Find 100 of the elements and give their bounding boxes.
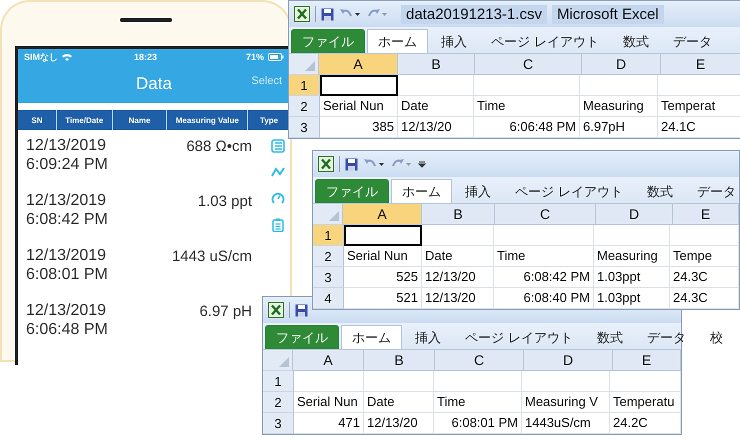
table-cell: 385 bbox=[320, 117, 398, 138]
clipboard-icon[interactable] bbox=[272, 218, 284, 232]
carrier-label: SIMなし bbox=[24, 50, 58, 64]
ribbon-tab[interactable]: ホーム bbox=[341, 325, 402, 349]
ribbon-tab[interactable]: ページ レイアウト bbox=[480, 29, 610, 53]
ribbon-tab[interactable]: ページ レイアウト bbox=[454, 325, 584, 349]
row-header[interactable]: 1 bbox=[313, 225, 344, 246]
row-header[interactable]: 4 bbox=[313, 288, 344, 309]
record-date: 12/13/2019 bbox=[26, 301, 108, 320]
measuring-value: 1.03 ppt bbox=[198, 192, 253, 212]
ribbon-tab[interactable]: 挿入 bbox=[454, 179, 502, 203]
ribbon-tab[interactable]: 校 bbox=[699, 325, 734, 349]
row-header[interactable]: 2 bbox=[313, 246, 344, 267]
column-header[interactable]: B bbox=[422, 204, 495, 225]
active-cell[interactable] bbox=[344, 225, 422, 246]
column-header[interactable]: D bbox=[524, 350, 613, 371]
ribbon-tab[interactable]: 数式 bbox=[586, 325, 634, 349]
column-header[interactable]: A bbox=[293, 350, 364, 371]
column-header[interactable]: B bbox=[398, 54, 475, 75]
battery-percent: 71% bbox=[246, 52, 264, 62]
ribbon-tab[interactable]: ファイル bbox=[291, 29, 365, 53]
table-cell: 12/13/20 bbox=[422, 288, 494, 309]
table-cell bbox=[670, 225, 739, 246]
row-header[interactable]: 2 bbox=[263, 392, 294, 413]
ribbon-tab[interactable]: データ bbox=[686, 179, 740, 203]
excel-logo-icon bbox=[294, 6, 310, 22]
record-time: 6:08:01 PM bbox=[26, 265, 108, 284]
table-cell: Serial Nun bbox=[320, 96, 398, 117]
table-cell: Time bbox=[494, 246, 594, 267]
table-cell: Serial Nun bbox=[344, 246, 422, 267]
table-cell: 471 bbox=[294, 413, 364, 434]
column-header[interactable]: E bbox=[661, 54, 740, 75]
ribbon-tab[interactable]: 挿入 bbox=[404, 325, 452, 349]
ribbon-tab[interactable]: ホーム bbox=[391, 179, 452, 203]
table-cell: 6:08:01 PM bbox=[434, 413, 522, 434]
table-cell: Serial Nun bbox=[294, 392, 364, 413]
table-cell: Date bbox=[422, 246, 494, 267]
select-all-corner[interactable] bbox=[263, 350, 293, 371]
table-cell bbox=[294, 371, 364, 392]
table-cell: 12/13/20 bbox=[364, 413, 434, 434]
ribbon-tab[interactable]: 数式 bbox=[612, 29, 660, 53]
ribbon-tab[interactable]: ページ レイアウト bbox=[504, 179, 634, 203]
record-time: 6:09:24 PM bbox=[26, 155, 108, 174]
column-header[interactable]: A bbox=[319, 54, 398, 75]
column-header[interactable]: A bbox=[343, 204, 422, 225]
save-icon[interactable] bbox=[321, 8, 334, 20]
table-cell: 1.03ppt bbox=[594, 267, 670, 288]
column-header[interactable]: C bbox=[435, 350, 524, 371]
corner-triangle-icon bbox=[329, 211, 339, 221]
ribbon-tab[interactable]: 挿入 bbox=[430, 29, 478, 53]
wifi-icon bbox=[62, 53, 72, 61]
column-header: Type bbox=[259, 114, 280, 127]
list-icon[interactable] bbox=[271, 139, 285, 153]
column-header: Measuring Value bbox=[167, 110, 248, 130]
application-name: Microsoft Excel bbox=[552, 4, 664, 24]
record-date: 12/13/2019 bbox=[26, 191, 108, 210]
record-date: 12/13/2019 bbox=[26, 136, 108, 155]
column-header[interactable]: D bbox=[582, 54, 661, 75]
ribbon-tab[interactable]: ファイル bbox=[315, 179, 389, 203]
row-header[interactable]: 2 bbox=[289, 96, 320, 117]
excel-logo-icon bbox=[268, 302, 284, 318]
line-chart-icon[interactable] bbox=[271, 166, 285, 178]
row-header[interactable]: 3 bbox=[263, 413, 294, 434]
column-header[interactable]: B bbox=[364, 350, 435, 371]
active-cell[interactable] bbox=[320, 75, 398, 96]
column-header[interactable]: D bbox=[596, 204, 673, 225]
customize-dropdown-icon[interactable] bbox=[417, 159, 427, 169]
select-all-corner[interactable] bbox=[313, 204, 343, 225]
table-cell: 1443uS/cm bbox=[522, 413, 610, 434]
table-cell bbox=[610, 371, 681, 392]
row-header[interactable]: 1 bbox=[289, 75, 320, 96]
table-cell: Date bbox=[364, 392, 434, 413]
excel-logo-icon bbox=[318, 156, 334, 172]
column-header[interactable]: C bbox=[475, 54, 582, 75]
table-cell bbox=[422, 225, 494, 246]
gauge-icon[interactable] bbox=[271, 191, 285, 205]
ribbon-tab[interactable]: データ bbox=[662, 29, 724, 53]
ribbon-tab[interactable]: 数式 bbox=[636, 179, 684, 203]
column-header[interactable]: C bbox=[495, 204, 596, 225]
table-cell: 24.3C bbox=[670, 267, 739, 288]
ribbon-tab[interactable]: ホーム bbox=[367, 29, 428, 53]
table-cell bbox=[364, 371, 434, 392]
table-cell: 1.03ppt bbox=[594, 288, 670, 309]
table-cell: 24.3C bbox=[670, 288, 739, 309]
column-header[interactable]: E bbox=[613, 350, 681, 371]
row-header[interactable]: 3 bbox=[289, 117, 320, 138]
column-header: SN bbox=[18, 110, 57, 130]
corner-triangle-icon bbox=[305, 61, 315, 71]
row-header[interactable]: 1 bbox=[263, 371, 294, 392]
select-all-corner[interactable] bbox=[289, 54, 319, 75]
save-icon[interactable] bbox=[345, 158, 358, 170]
ribbon-tab[interactable]: データ bbox=[636, 325, 698, 349]
table-cell: Temperat bbox=[658, 96, 740, 117]
column-header[interactable]: E bbox=[673, 204, 739, 225]
table-cell: 24.2C bbox=[610, 413, 681, 434]
table-cell: 525 bbox=[344, 267, 422, 288]
ribbon-tab[interactable]: ファイル bbox=[265, 325, 339, 349]
row-header[interactable]: 3 bbox=[313, 267, 344, 288]
table-cell: 6:08:42 PM bbox=[494, 267, 594, 288]
save-icon[interactable] bbox=[295, 304, 308, 316]
